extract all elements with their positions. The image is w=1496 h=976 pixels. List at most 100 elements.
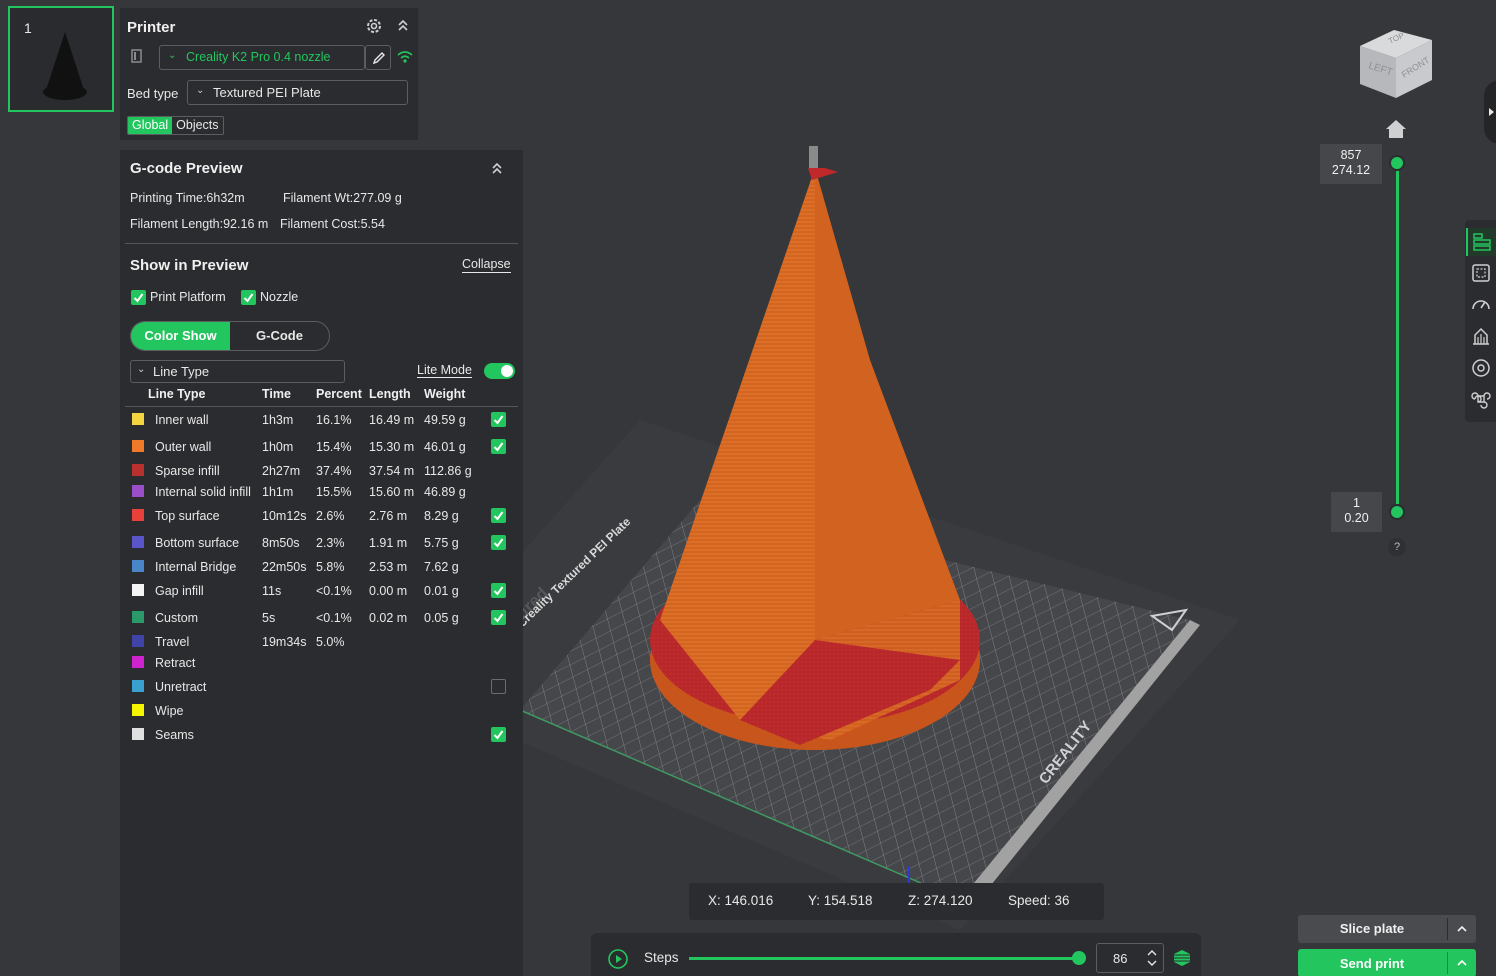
layer-slider-bottom-handle[interactable] <box>1389 504 1405 520</box>
color-swatch <box>132 611 144 623</box>
edit-printer-button[interactable] <box>365 45 391 70</box>
layer-bottom-number: 1 <box>1353 496 1360 510</box>
line-type-name: Internal solid infill <box>155 485 251 499</box>
color-swatch <box>132 635 144 647</box>
view-cube-icon[interactable]: TOP LEFT FRONT <box>1358 18 1434 100</box>
send-print-button[interactable]: Send print <box>1298 949 1476 976</box>
collapse-up-icon[interactable] <box>490 160 504 176</box>
collapse-up-icon[interactable] <box>396 17 410 33</box>
steps-input[interactable]: 86 <box>1096 943 1164 973</box>
color-swatch <box>132 728 144 740</box>
help-button[interactable]: ? <box>1388 538 1406 556</box>
nozzle-marker <box>809 146 818 168</box>
divider <box>125 243 518 244</box>
line-type-weight: 112.86 g <box>424 464 472 478</box>
slice-plate-button[interactable]: Slice plate <box>1298 915 1476 943</box>
table-row: Inner wall 1h3m 16.1% 16.49 m 49.59 g <box>120 411 523 431</box>
layer-top-label: 857 274.12 <box>1320 144 1382 184</box>
nozzle-checkbox[interactable] <box>241 290 256 305</box>
line-type-weight: 46.01 g <box>424 440 466 454</box>
layer-slider-track[interactable] <box>1396 163 1399 513</box>
steps-label: Steps <box>644 950 679 965</box>
printer-profile-select[interactable]: ⌄ Creality K2 Pro 0.4 nozzle <box>159 45 365 70</box>
filament-cost: Filament Cost:5.54 <box>280 217 385 231</box>
color-swatch <box>132 536 144 548</box>
color-swatch <box>132 704 144 716</box>
line-type-visibility-checkbox[interactable] <box>491 583 506 598</box>
line-type-length: 2.76 m <box>369 509 408 523</box>
tab-objects[interactable]: Objects <box>172 117 222 134</box>
header-line-type: Line Type <box>148 387 206 401</box>
line-type-length: 0.00 m <box>369 584 408 598</box>
table-row: Travel 19m34s 5.0% <box>120 633 523 653</box>
line-type-visibility-checkbox[interactable] <box>491 412 506 427</box>
home-icon[interactable] <box>1385 118 1407 140</box>
line-type-percent: <0.1% <box>316 584 352 598</box>
steps-slider-handle[interactable] <box>1072 951 1086 965</box>
3d-viewport[interactable]: Creality Textured Creality Textured PEI … <box>400 0 1460 976</box>
line-type-percent: 16.1% <box>316 413 352 427</box>
spinner-icon[interactable] <box>1146 947 1158 969</box>
show-in-preview-title: Show in Preview <box>130 257 249 274</box>
line-type-percent: 15.4% <box>316 440 352 454</box>
lite-mode-label[interactable]: Lite Mode <box>417 363 472 378</box>
plate-thumbnail[interactable]: 1 <box>8 6 114 112</box>
speedometer-icon[interactable] <box>1470 294 1492 316</box>
coord-x: X: 146.016 <box>708 893 774 908</box>
table-row: Sparse infill 2h27m 37.4% 37.54 m 112.86 g <box>120 462 523 482</box>
print-platform-checkbox[interactable] <box>131 290 146 305</box>
chevron-up-icon[interactable] <box>1456 923 1468 935</box>
frame-select-icon[interactable] <box>1470 262 1492 284</box>
support-paint-icon[interactable] <box>1470 325 1492 347</box>
line-type-percent: 2.6% <box>316 509 345 523</box>
line-type-weight: 7.62 g <box>424 560 459 574</box>
header-time: Time <box>262 387 291 401</box>
wifi-icon[interactable] <box>397 50 413 64</box>
check-icon <box>133 293 144 303</box>
seam-icon[interactable] <box>1470 357 1492 379</box>
plate-number: 1 <box>24 20 32 36</box>
line-type-weight: 8.29 g <box>424 509 459 523</box>
line-type-visibility-checkbox[interactable] <box>491 508 506 523</box>
tab-color-show[interactable]: Color Show <box>131 322 230 350</box>
line-type-visibility-checkbox[interactable] <box>491 679 506 694</box>
color-swatch <box>132 485 144 497</box>
table-row: Bottom surface 8m50s 2.3% 1.91 m 5.75 g <box>120 534 523 554</box>
chevron-down-icon: ⌄ <box>196 85 205 96</box>
table-row: Top surface 10m12s 2.6% 2.76 m 8.29 g <box>120 507 523 527</box>
line-type-visibility-checkbox[interactable] <box>491 439 506 454</box>
line-type-percent: 2.3% <box>316 536 345 550</box>
steps-slider-track[interactable] <box>689 957 1079 960</box>
command-icon[interactable] <box>1470 388 1492 410</box>
preview-mode-tabs: Color Show G-Code <box>130 321 330 351</box>
layer-bottom-label: 1 0.20 <box>1331 492 1382 532</box>
lite-mode-toggle[interactable] <box>484 363 515 379</box>
line-type-visibility-checkbox[interactable] <box>491 727 506 742</box>
print-platform-label: Print Platform <box>150 290 226 304</box>
line-type-time: 1h1m <box>262 485 294 499</box>
line-type-name: Unretract <box>155 680 207 694</box>
line-type-visibility-checkbox[interactable] <box>491 535 506 550</box>
layers-view-button[interactable] <box>1466 228 1496 256</box>
layer-stack-icon[interactable] <box>1173 949 1191 967</box>
divider <box>125 406 518 407</box>
line-type-time: 22m50s <box>262 560 307 574</box>
collapse-link[interactable]: Collapse <box>462 257 511 273</box>
line-type-name: Top surface <box>155 509 220 523</box>
bed-type-select[interactable]: ⌄ Textured PEI Plate <box>187 80 408 105</box>
play-icon[interactable] <box>607 948 629 970</box>
tab-gcode[interactable]: G-Code <box>230 322 329 350</box>
cone-right <box>815 168 960 640</box>
expand-right-panel-button[interactable] <box>1484 80 1496 144</box>
table-row: Internal solid infill 1h1m 15.5% 15.60 m 46.… <box>120 483 523 503</box>
line-type-visibility-checkbox[interactable] <box>491 610 506 625</box>
gcode-preview-title: G-code Preview <box>130 160 243 177</box>
gcode-scene[interactable]: Creality Textured Creality Textured PEI … <box>400 0 1460 976</box>
check-icon <box>493 730 504 740</box>
chevron-up-icon[interactable] <box>1456 957 1468 969</box>
line-type-time: 1h0m <box>262 440 294 454</box>
layer-slider-top-handle[interactable] <box>1389 155 1405 171</box>
gear-icon[interactable] <box>365 17 383 35</box>
view-type-select[interactable]: ⌄ Line Type <box>130 360 345 383</box>
tab-global[interactable]: Global <box>128 117 173 134</box>
